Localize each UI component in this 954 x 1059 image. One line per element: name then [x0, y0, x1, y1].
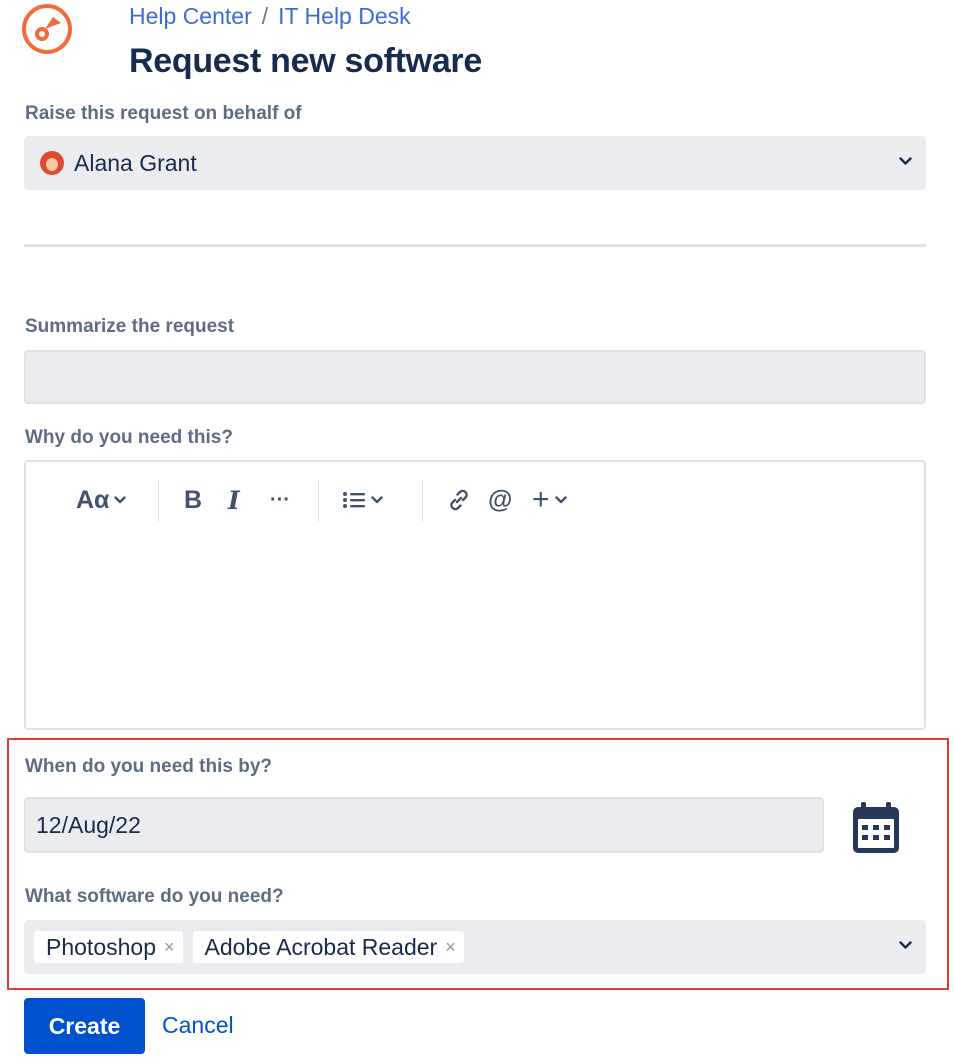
- remove-tag-icon[interactable]: ×: [164, 937, 175, 958]
- mention-button[interactable]: @: [488, 482, 512, 518]
- chevron-down-icon: [899, 941, 912, 949]
- create-button[interactable]: Create: [24, 998, 145, 1054]
- editor-text-area[interactable]: [26, 538, 924, 728]
- insert-button[interactable]: +: [532, 482, 567, 518]
- breadcrumb-it-help-desk[interactable]: IT Help Desk: [278, 3, 411, 29]
- calendar-icon[interactable]: [851, 801, 901, 855]
- cancel-button[interactable]: Cancel: [162, 1012, 234, 1039]
- why-label: Why do you need this?: [25, 427, 233, 448]
- italic-button[interactable]: I: [228, 482, 240, 518]
- list-button[interactable]: [342, 482, 383, 518]
- link-button[interactable]: [446, 482, 472, 518]
- date-input[interactable]: 12/Aug/22: [24, 797, 824, 853]
- software-tag-label: Photoshop: [46, 933, 156, 960]
- breadcrumb-help-center[interactable]: Help Center: [129, 3, 252, 29]
- behalf-value: Alana Grant: [74, 149, 197, 176]
- toolbar-separator: [422, 480, 423, 522]
- editor-toolbar: Aα B I ··· @ +: [26, 462, 924, 538]
- software-tag: Photoshop ×: [34, 931, 183, 963]
- why-rich-text-editor[interactable]: Aα B I ··· @ +: [24, 460, 926, 730]
- summary-input[interactable]: [24, 350, 926, 404]
- summary-label: Summarize the request: [25, 316, 235, 337]
- breadcrumb-separator: /: [261, 3, 269, 29]
- toolbar-separator: [318, 480, 319, 522]
- italic-icon: I: [228, 485, 240, 515]
- text-style-icon: Aα: [76, 485, 110, 514]
- more-formatting-button[interactable]: ···: [270, 482, 290, 518]
- more-icon: ···: [270, 488, 290, 511]
- user-avatar: [40, 151, 64, 175]
- text-style-button[interactable]: Aα: [76, 482, 127, 518]
- bold-icon: B: [184, 485, 203, 514]
- software-tag: Adobe Acrobat Reader ×: [192, 931, 464, 963]
- help-center-logo-icon: [22, 4, 72, 54]
- plus-icon: +: [532, 483, 550, 516]
- need-by-label: When do you need this by?: [25, 756, 272, 777]
- chevron-down-icon: [554, 496, 567, 504]
- bullet-list-icon: [343, 492, 365, 508]
- link-icon: [450, 489, 468, 511]
- chevron-down-icon: [899, 157, 912, 165]
- software-tag-label: Adobe Acrobat Reader: [204, 933, 438, 960]
- remove-tag-icon[interactable]: ×: [445, 937, 456, 958]
- software-label: What software do you need?: [25, 886, 284, 907]
- behalf-select[interactable]: Alana Grant: [24, 136, 926, 190]
- toolbar-separator: [158, 480, 159, 522]
- page-title: Request new software: [129, 42, 482, 80]
- breadcrumb: Help Center / IT Help Desk: [129, 3, 411, 30]
- bold-button[interactable]: B: [184, 482, 202, 518]
- chevron-down-icon: [371, 496, 383, 504]
- software-multi-select[interactable]: Photoshop × Adobe Acrobat Reader ×: [24, 920, 926, 974]
- chevron-down-icon: [114, 496, 127, 504]
- mention-icon: @: [488, 485, 513, 514]
- behalf-label: Raise this request on behalf of: [25, 103, 302, 124]
- section-divider: [24, 244, 926, 247]
